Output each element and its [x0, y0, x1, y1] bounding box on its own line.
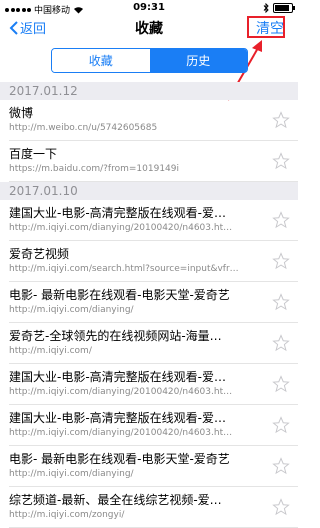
item-url: http://m.iqiyi.com/dianying/ [9, 305, 134, 315]
item-url: http://m.iqiyi.com/dianying/20100420/n46… [9, 387, 233, 397]
tab-favorites[interactable]: 收藏 [52, 49, 150, 72]
star-icon[interactable] [272, 457, 290, 475]
list-item[interactable]: 爱奇艺-全球领先的在线视频网站-海量… http://m.iqiyi.com/ [9, 323, 298, 364]
star-icon[interactable] [272, 375, 290, 393]
item-title: 微博 [9, 106, 34, 120]
item-url: https://m.baidu.com/?from=1019149i [9, 164, 179, 174]
item-title: 爱奇艺-全球领先的在线视频网站-海量… [9, 329, 222, 343]
star-icon[interactable] [272, 334, 290, 352]
star-icon[interactable] [272, 111, 290, 129]
item-title: 建国大业-电影-高清完整版在线观看-爱… [9, 370, 226, 384]
list-item[interactable]: 百度一下 https://m.baidu.com/?from=1019149i [9, 141, 298, 182]
item-url: http://m.iqiyi.com/dianying/20100420/n46… [9, 223, 233, 233]
date-header: 2017.01.10 [0, 182, 298, 200]
item-title: 建国大业-电影-高清完整版在线观看-爱… [9, 411, 226, 425]
date-header: 2017.01.12 [0, 82, 298, 100]
item-url: http://m.iqiyi.com/dianying/20100420/n46… [9, 428, 233, 438]
star-icon[interactable] [272, 416, 290, 434]
item-url: http://m.iqiyi.com/search.html?source=in… [9, 264, 239, 274]
tab-history[interactable]: 历史 [149, 49, 247, 72]
star-icon[interactable] [272, 293, 290, 311]
list-item[interactable]: 爱奇艺视频 http://m.iqiyi.com/search.html?sou… [9, 241, 298, 282]
item-url: http://m.iqiyi.com/dianying/ [9, 469, 134, 479]
list-item[interactable]: 微博 http://m.weibo.cn/u/5742605685 [9, 100, 298, 141]
list-item[interactable]: 综艺频道-最新、最全在线综艺视频-爱… http://m.iqiyi.com/z… [9, 487, 298, 528]
list-item[interactable]: 建国大业-电影-高清完整版在线观看-爱… http://m.iqiyi.com/… [9, 200, 298, 241]
list-item[interactable]: 电影- 最新电影在线观看-电影天堂-爱奇艺 http://m.iqiyi.com… [9, 446, 298, 487]
item-title: 综艺频道-最新、最全在线综艺视频-爱… [9, 493, 222, 507]
item-url: http://m.iqiyi.com/ [9, 346, 92, 356]
item-title: 百度一下 [9, 147, 58, 161]
star-icon[interactable] [272, 152, 290, 170]
star-icon[interactable] [272, 252, 290, 270]
star-icon[interactable] [272, 498, 290, 516]
star-icon[interactable] [272, 211, 290, 229]
history-list: 2017.01.12 微博 http://m.weibo.cn/u/574260… [0, 82, 298, 528]
list-item[interactable]: 建国大业-电影-高清完整版在线观看-爱… http://m.iqiyi.com/… [9, 405, 298, 446]
item-title: 电影- 最新电影在线观看-电影天堂-爱奇艺 [9, 452, 230, 466]
item-url: http://m.iqiyi.com/zongyi/ [9, 510, 125, 520]
item-title: 电影- 最新电影在线观看-电影天堂-爱奇艺 [9, 288, 230, 302]
list-item[interactable]: 建国大业-电影-高清完整版在线观看-爱… http://m.iqiyi.com/… [9, 364, 298, 405]
list-item[interactable]: 电影- 最新电影在线观看-电影天堂-爱奇艺 http://m.iqiyi.com… [9, 282, 298, 323]
item-url: http://m.weibo.cn/u/5742605685 [9, 123, 158, 133]
item-title: 爱奇艺视频 [9, 247, 70, 261]
segmented-control: 收藏 历史 [51, 48, 248, 73]
item-title: 建国大业-电影-高清完整版在线观看-爱… [9, 206, 226, 220]
